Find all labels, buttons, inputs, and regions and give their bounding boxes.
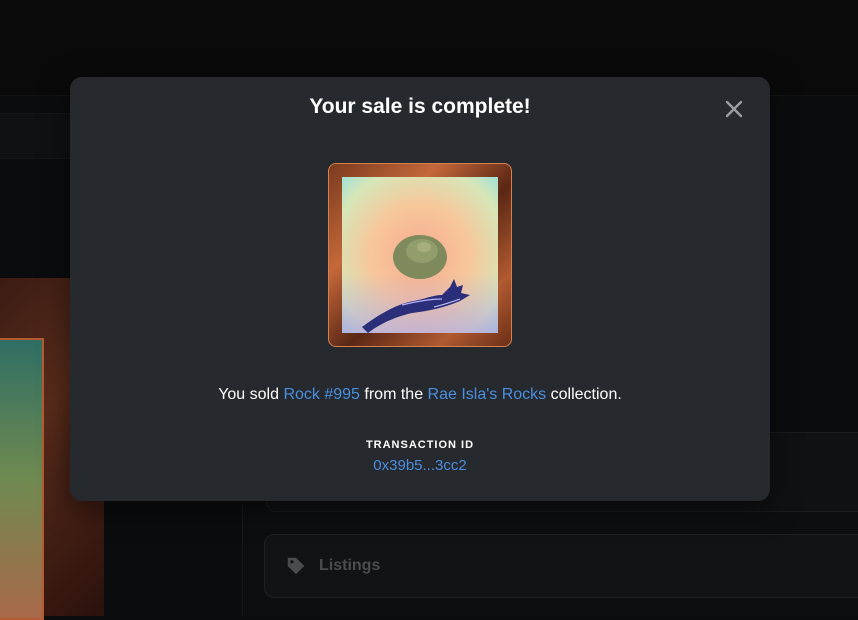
close-icon — [725, 100, 743, 118]
collection-link[interactable]: Rae Isla's Rocks — [428, 386, 547, 403]
background-strip — [0, 113, 70, 159]
modal-title: Your sale is complete! — [309, 95, 531, 118]
sale-message: You sold Rock #995 from the Rae Isla's R… — [70, 386, 770, 404]
message-prefix: You sold — [218, 386, 284, 403]
message-suffix: collection. — [546, 386, 622, 403]
sale-complete-modal: Your sale is complete! You sold Rock #99… — [70, 77, 770, 501]
listings-section[interactable]: Listings — [264, 534, 858, 598]
tag-icon — [285, 555, 307, 577]
transaction-id-link[interactable]: 0x39b5...3cc2 — [373, 457, 466, 474]
nft-image — [342, 177, 498, 333]
transaction-id-label: TRANSACTION ID — [365, 439, 475, 451]
message-middle: from the — [359, 386, 428, 403]
close-button[interactable] — [724, 99, 744, 119]
transaction-id-container: 0x39b5...3cc2 — [70, 457, 770, 474]
background-nft-inner — [0, 338, 44, 620]
nft-image-frame — [328, 163, 512, 347]
item-link[interactable]: Rock #995 — [283, 386, 360, 403]
listings-label: Listings — [319, 557, 381, 574]
